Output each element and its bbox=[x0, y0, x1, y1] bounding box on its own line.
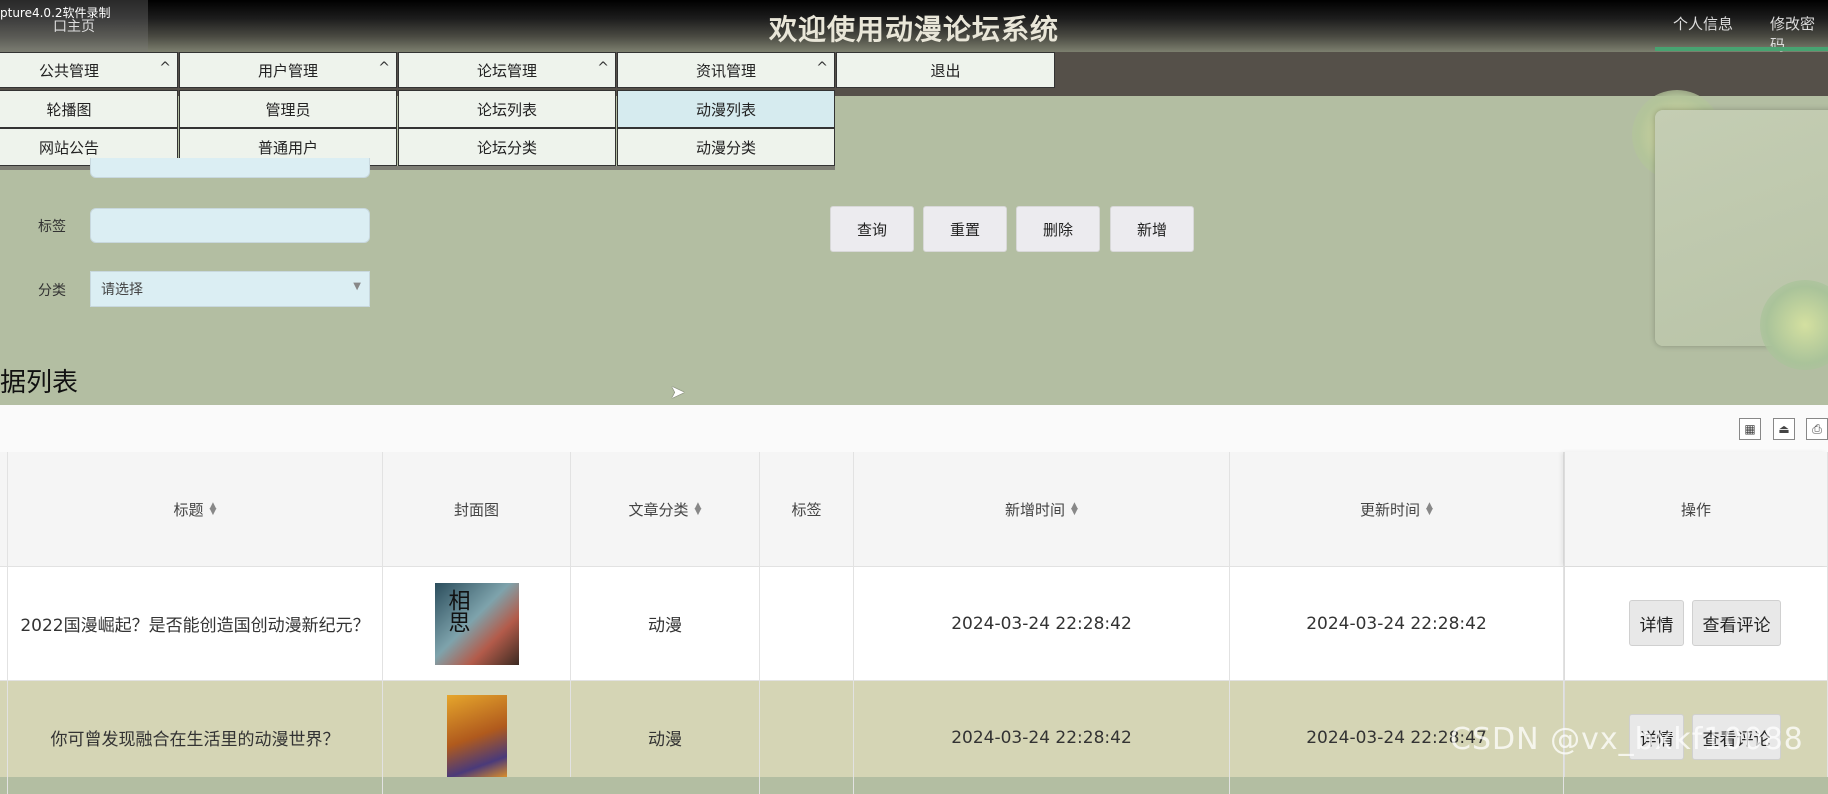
view-comments-button[interactable]: 查看评论 bbox=[1692, 600, 1781, 646]
column-label: 新增时间 bbox=[1005, 500, 1066, 519]
row-created-time: 2024-03-24 22:28:42 bbox=[854, 567, 1230, 680]
nav-item-anime-list[interactable]: 动漫列表 bbox=[617, 90, 835, 128]
table-header-cover: 封面图 bbox=[383, 452, 571, 566]
query-button[interactable]: 查询 bbox=[830, 206, 914, 252]
nav-logout: 退出 bbox=[836, 52, 1055, 88]
nav-menu-forum-head[interactable]: 论坛管理 ^ bbox=[398, 52, 616, 88]
chevron-down-icon: ▼ bbox=[353, 281, 361, 292]
column-label: 操作 bbox=[1680, 500, 1711, 519]
row-tag bbox=[760, 567, 854, 680]
chevron-up-icon: ^ bbox=[816, 60, 828, 76]
table-header-created[interactable]: 新增时间 ▲ ▼ bbox=[854, 452, 1230, 566]
nav-menu-users: 用户管理 ^ 管理员 普通用户 bbox=[179, 52, 397, 166]
add-button[interactable]: 新增 bbox=[1110, 206, 1194, 252]
cover-image bbox=[446, 695, 507, 777]
row-category: 动漫 bbox=[571, 567, 760, 680]
tag-input[interactable] bbox=[90, 208, 370, 243]
reset-button[interactable]: 重置 bbox=[923, 206, 1007, 252]
nav-menu-label: 用户管理 bbox=[257, 61, 318, 80]
table-header-updated[interactable]: 更新时间 ▲ ▼ bbox=[1230, 452, 1564, 566]
row-updated-time: 2024-03-24 22:28:42 bbox=[1230, 567, 1564, 680]
nav-menu-public: 公共管理 ^ 轮播图 网站公告 bbox=[0, 52, 178, 166]
detail-button[interactable]: 详情 bbox=[1629, 600, 1684, 646]
row-category: 动漫 bbox=[571, 681, 760, 794]
nav-menu-news-head[interactable]: 资讯管理 ^ bbox=[617, 52, 835, 88]
row-created-time: 2024-03-24 22:28:42 bbox=[854, 681, 1230, 794]
export-icon[interactable]: ⏏ bbox=[1773, 418, 1795, 440]
sort-icon[interactable]: ▲ ▼ bbox=[695, 502, 702, 517]
row-tag bbox=[760, 681, 854, 794]
personal-info-link[interactable]: 个人信息 bbox=[1673, 13, 1733, 34]
nav-item-admin[interactable]: 管理员 bbox=[179, 90, 397, 128]
row-cover: 相思 bbox=[383, 567, 571, 680]
nav-menu-users-head[interactable]: 用户管理 ^ bbox=[179, 52, 397, 88]
section-title: 据列表 bbox=[0, 368, 79, 398]
nav-item-anime-category[interactable]: 动漫分类 bbox=[617, 128, 835, 166]
table-header-tag: 标签 bbox=[760, 452, 854, 566]
watermark: CSDN @vx_bxkf10088 bbox=[1450, 722, 1804, 757]
nav-menu-label: 资讯管理 bbox=[695, 61, 756, 80]
chevron-up-icon: ^ bbox=[597, 60, 609, 76]
sort-icon[interactable]: ▲ ▼ bbox=[210, 502, 217, 517]
table-header-category[interactable]: 文章分类 ▲ ▼ bbox=[571, 452, 760, 566]
column-label: 标签 bbox=[791, 500, 822, 519]
nav-menu-forum: 论坛管理 ^ 论坛列表 论坛分类 bbox=[398, 52, 616, 166]
chevron-up-icon: ^ bbox=[159, 60, 171, 76]
site-title: 欢迎使用动漫论坛系统 bbox=[768, 13, 1059, 46]
sort-icon[interactable]: ▲ ▼ bbox=[1071, 502, 1078, 517]
column-label: 标题 bbox=[173, 500, 204, 519]
row-title: 你可曾发现融合在生活里的动漫世界？ bbox=[8, 681, 383, 794]
table-cell bbox=[0, 567, 8, 680]
nav-menu-news: 资讯管理 ^ 动漫列表 动漫分类 bbox=[617, 52, 835, 166]
table-header-title[interactable]: 标题 ▲ ▼ bbox=[8, 452, 383, 566]
table-toolbar bbox=[0, 405, 1828, 453]
column-label: 封面图 bbox=[453, 500, 499, 519]
active-indicator bbox=[1655, 47, 1828, 51]
delete-button[interactable]: 删除 bbox=[1016, 206, 1100, 252]
cover-text: 相思 bbox=[444, 588, 470, 633]
cover-image: 相思 bbox=[434, 582, 519, 665]
nav-menu-label: 论坛管理 bbox=[476, 61, 537, 80]
nav-menu-public-head[interactable]: 公共管理 ^ bbox=[0, 52, 178, 88]
row-cover bbox=[383, 681, 571, 777]
print-icon[interactable]: ⎙ bbox=[1806, 418, 1828, 440]
chevron-up-icon: ^ bbox=[378, 60, 390, 76]
category-select-value: 请选择 bbox=[101, 282, 143, 298]
table-header-actions: 操作 bbox=[1564, 452, 1828, 566]
category-select[interactable]: 请选择 ▼ bbox=[90, 271, 370, 307]
nav-menu-label: 公共管理 bbox=[38, 61, 99, 80]
sort-icon[interactable]: ▲ ▼ bbox=[1426, 502, 1433, 517]
column-label: 更新时间 bbox=[1360, 500, 1421, 519]
table-header-checkbox-col bbox=[0, 452, 8, 566]
tag-label: 标签 bbox=[38, 219, 66, 235]
table-cell bbox=[0, 681, 8, 794]
nav-item-carousel[interactable]: 轮播图 bbox=[0, 90, 178, 128]
row-title: 2022国漫崛起？是否能创造国创动漫新纪元？ bbox=[8, 567, 383, 680]
column-label: 文章分类 bbox=[628, 500, 689, 519]
mouse-cursor-icon: ➤ bbox=[670, 382, 686, 403]
nav-item-forum-category[interactable]: 论坛分类 bbox=[398, 128, 616, 166]
columns-icon[interactable]: ▦ bbox=[1739, 418, 1761, 440]
hidden-search-input[interactable] bbox=[90, 158, 370, 178]
category-label: 分类 bbox=[38, 283, 66, 299]
nav-item-forum-list[interactable]: 论坛列表 bbox=[398, 90, 616, 128]
logout-button[interactable]: 退出 bbox=[836, 52, 1055, 88]
